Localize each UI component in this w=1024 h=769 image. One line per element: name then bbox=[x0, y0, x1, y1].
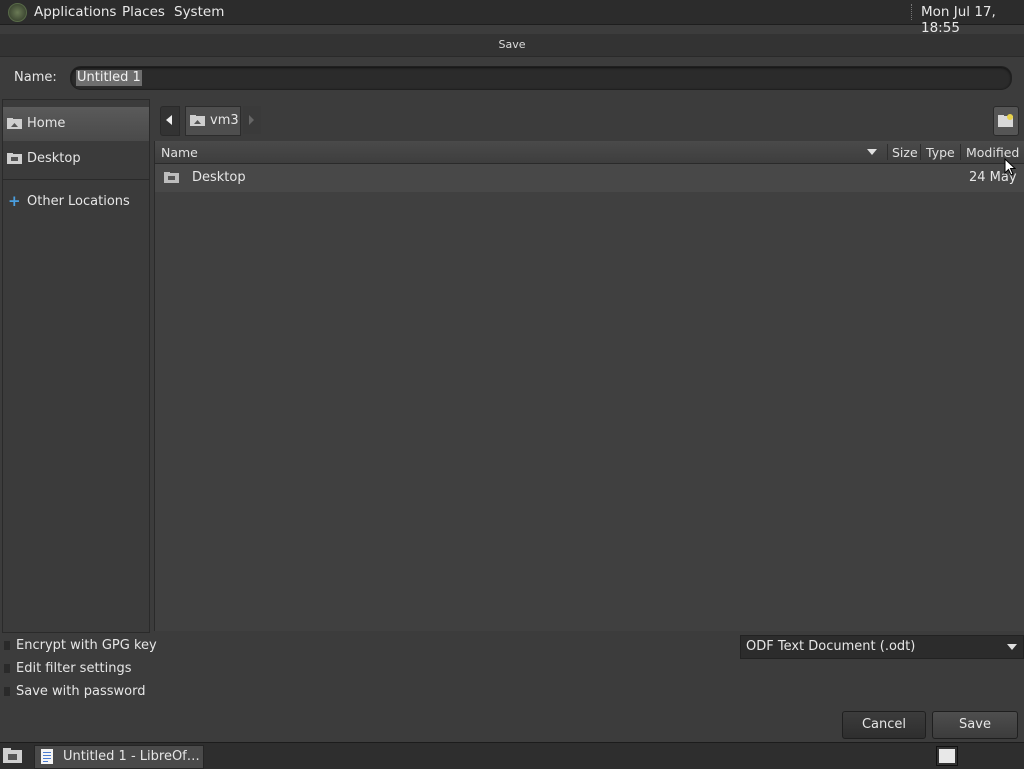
sidebar-item-other-locations[interactable]: + Other Locations bbox=[3, 185, 149, 219]
writer-document-icon bbox=[41, 749, 53, 764]
save-button[interactable]: Save bbox=[932, 711, 1018, 739]
distro-logo-icon[interactable] bbox=[8, 3, 27, 22]
home-folder-icon bbox=[190, 115, 205, 126]
column-separator bbox=[960, 144, 961, 160]
sidebar-item-desktop[interactable]: Desktop bbox=[3, 142, 149, 176]
edit-filter-checkbox[interactable] bbox=[4, 664, 10, 673]
taskbar-window-button[interactable]: Untitled 1 - LibreOf… bbox=[34, 745, 204, 769]
applications-menu[interactable]: Applications bbox=[34, 4, 116, 20]
column-header-type[interactable]: Type bbox=[926, 145, 955, 160]
file-row[interactable]: Desktop 24 May bbox=[155, 164, 1024, 192]
file-list: Name Size Type Modified Desktop 24 May bbox=[154, 141, 1024, 631]
chevron-left-icon bbox=[166, 115, 172, 125]
sidebar-item-label: Home bbox=[27, 116, 66, 131]
chevron-right-icon bbox=[249, 115, 254, 125]
places-sidebar: Home Desktop + Other Locations bbox=[2, 99, 150, 633]
sidebar-item-label: Desktop bbox=[27, 151, 81, 166]
show-desktop-icon[interactable] bbox=[3, 748, 22, 763]
sidebar-divider bbox=[3, 179, 149, 180]
column-header-name[interactable]: Name bbox=[161, 145, 198, 160]
desktop-folder-icon bbox=[7, 153, 22, 164]
new-folder-button[interactable] bbox=[993, 106, 1019, 136]
places-menu[interactable]: Places bbox=[122, 4, 165, 20]
breadcrumb-label: vm3 bbox=[210, 113, 239, 128]
path-forward-button[interactable] bbox=[243, 106, 261, 134]
save-dialog: Save Name: Untitled 1 Home Desktop + Oth… bbox=[0, 34, 1024, 742]
name-label: Name: bbox=[14, 70, 57, 85]
dialog-titlebar[interactable]: Save bbox=[0, 34, 1024, 57]
taskbar-window-label: Untitled 1 - LibreOf… bbox=[63, 749, 200, 764]
sidebar-item-label: Other Locations bbox=[27, 194, 130, 209]
system-menu[interactable]: System bbox=[174, 4, 224, 20]
path-bar: vm3 bbox=[154, 99, 1024, 141]
new-folder-icon bbox=[998, 114, 1013, 127]
breadcrumb-vm3[interactable]: vm3 bbox=[185, 106, 241, 136]
column-separator bbox=[887, 144, 888, 160]
home-folder-icon bbox=[7, 118, 22, 129]
top-panel: Applications Places System Mon Jul 17, 1… bbox=[0, 0, 1024, 36]
filename-input[interactable]: Untitled 1 bbox=[70, 66, 1012, 90]
encrypt-label[interactable]: Encrypt with GPG key bbox=[16, 638, 157, 653]
file-row-name: Desktop bbox=[192, 170, 246, 185]
sort-down-icon bbox=[867, 149, 877, 155]
desktop-folder-icon bbox=[164, 172, 179, 183]
file-type-value: ODF Text Document (.odt) bbox=[746, 639, 916, 654]
mouse-cursor-icon bbox=[1004, 158, 1016, 176]
plus-icon: + bbox=[8, 192, 21, 210]
file-list-header: Name Size Type Modified bbox=[155, 141, 1024, 164]
column-separator bbox=[920, 144, 921, 160]
column-header-size[interactable]: Size bbox=[892, 145, 918, 160]
workspace-switcher-icon[interactable] bbox=[936, 746, 958, 766]
cancel-button[interactable]: Cancel bbox=[842, 711, 926, 739]
dialog-title: Save bbox=[498, 38, 526, 51]
encrypt-checkbox[interactable] bbox=[4, 641, 10, 650]
panel-separator bbox=[911, 4, 914, 20]
save-password-label[interactable]: Save with password bbox=[16, 684, 145, 699]
path-back-button[interactable] bbox=[160, 106, 180, 136]
clock[interactable]: Mon Jul 17, 18:55 bbox=[921, 4, 1024, 36]
filename-value: Untitled 1 bbox=[76, 70, 142, 86]
edit-filter-label[interactable]: Edit filter settings bbox=[16, 661, 132, 676]
save-password-checkbox[interactable] bbox=[4, 687, 10, 696]
chevron-down-icon bbox=[1007, 644, 1017, 650]
file-type-select[interactable]: ODF Text Document (.odt) bbox=[740, 635, 1024, 659]
taskbar: Untitled 1 - LibreOf… bbox=[0, 742, 1024, 769]
sidebar-item-home[interactable]: Home bbox=[3, 107, 149, 141]
